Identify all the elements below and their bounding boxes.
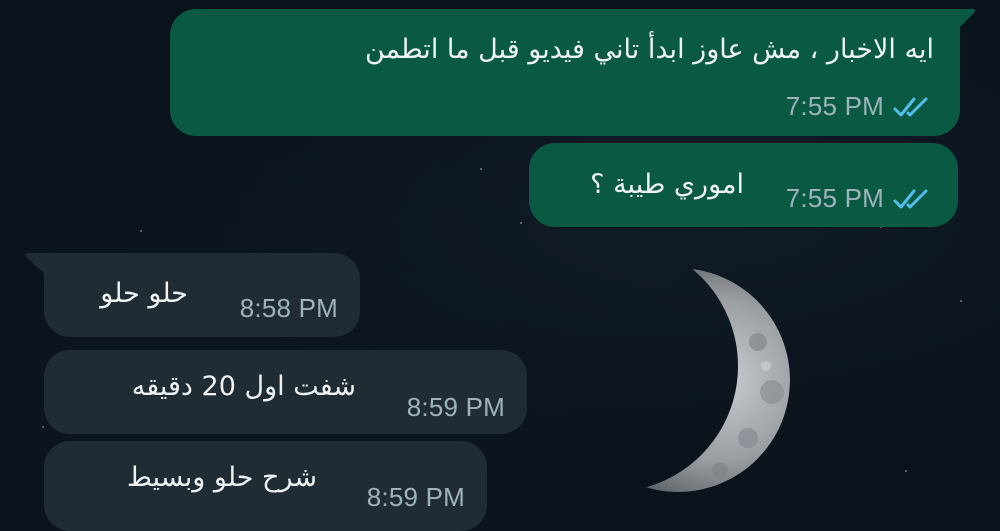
message-time: 8:58 PM bbox=[239, 293, 338, 323]
message-meta: 7:55 PM bbox=[786, 91, 932, 122]
message-bubble-incoming[interactable]: شرح حلو وبسيط 8:59 PM bbox=[44, 441, 487, 531]
double-check-read-icon bbox=[893, 189, 928, 208]
message-text: اموري طيبة ؟ bbox=[590, 169, 744, 200]
message-meta: 8:58 PM bbox=[240, 293, 338, 324]
bubble-tail-incoming bbox=[25, 253, 50, 275]
double-check-read-icon bbox=[893, 97, 928, 116]
message-text: ايه الاخبار ، مش عاوز ابدأ تاني فيديو قب… bbox=[365, 34, 934, 65]
message-meta: 8:59 PM bbox=[367, 482, 465, 513]
message-list[interactable]: ايه الاخبار ، مش عاوز ابدأ تاني فيديو قب… bbox=[0, 0, 1000, 531]
message-time: 8:59 PM bbox=[366, 482, 465, 512]
message-bubble-incoming[interactable]: حلو حلو 8:58 PM bbox=[44, 253, 360, 337]
message-meta: 7:55 PM bbox=[786, 183, 932, 214]
message-text: شفت اول 20 دقيقه bbox=[131, 371, 356, 402]
message-text: شرح حلو وبسيط bbox=[126, 462, 317, 493]
message-text: حلو حلو bbox=[100, 278, 188, 309]
message-time: 7:55 PM bbox=[785, 91, 884, 121]
message-time: 7:55 PM bbox=[785, 183, 884, 213]
bubble-tail-outgoing bbox=[952, 9, 975, 31]
message-meta: 8:59 PM bbox=[407, 392, 505, 423]
message-bubble-incoming[interactable]: شفت اول 20 دقيقه 8:59 PM bbox=[44, 350, 527, 434]
message-bubble-outgoing[interactable]: اموري طيبة ؟ 7:55 PM bbox=[529, 143, 958, 227]
message-bubble-outgoing[interactable]: ايه الاخبار ، مش عاوز ابدأ تاني فيديو قب… bbox=[170, 9, 960, 136]
message-time: 8:59 PM bbox=[406, 392, 505, 422]
